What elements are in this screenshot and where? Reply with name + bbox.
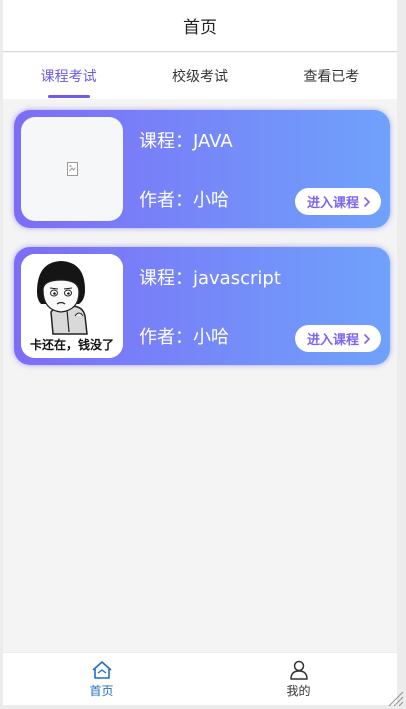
tab-label: 校级考试 xyxy=(171,69,228,85)
course-author: 作者：小哈 xyxy=(139,327,229,348)
course-title: 课程：javascript xyxy=(139,268,281,289)
resize-grip-icon[interactable] xyxy=(386,689,404,707)
tabbar-label: 我的 xyxy=(286,683,311,698)
chevron-right-icon xyxy=(363,196,371,207)
course-title: 课程：JAVA xyxy=(139,131,233,152)
enter-course-label: 进入课程 xyxy=(306,196,359,211)
active-tab-indicator xyxy=(47,95,90,98)
page-title: 首页 xyxy=(183,18,217,38)
enter-course-label: 进入课程 xyxy=(306,333,359,348)
enter-course-button[interactable]: 进入课程 xyxy=(294,188,381,215)
exam-tabs: 课程考试 校级考试 查看已考 xyxy=(3,53,397,99)
home-icon xyxy=(91,660,112,679)
tab-label: 课程考试 xyxy=(40,69,97,85)
course-author: 作者：小哈 xyxy=(139,190,229,211)
meme-image: 卡还在，钱没了 xyxy=(21,254,123,358)
meme-caption: 卡还在，钱没了 xyxy=(30,337,114,352)
tabbar-item-mine[interactable]: 我的 xyxy=(200,653,397,705)
chevron-right-icon xyxy=(363,333,371,344)
course-thumbnail: 卡还在，钱没了 xyxy=(21,254,123,358)
enter-course-button[interactable]: 进入课程 xyxy=(294,325,381,352)
tab-label: 查看已考 xyxy=(303,69,360,85)
user-icon xyxy=(289,660,308,680)
tabbar-label: 首页 xyxy=(89,683,114,698)
tab-course-exam[interactable]: 课程考试 xyxy=(3,53,134,99)
bottom-tabbar: 首页 我的 xyxy=(3,652,397,705)
course-card[interactable]: 卡还在，钱没了 课程：javascript 作者：小哈 进入课程 xyxy=(14,247,390,365)
broken-image-icon xyxy=(66,162,78,176)
course-thumbnail xyxy=(21,117,123,221)
navbar: 首页 xyxy=(3,0,397,52)
course-card[interactable]: 课程：JAVA 作者：小哈 进入课程 xyxy=(14,110,390,228)
tabbar-item-home[interactable]: 首页 xyxy=(3,653,200,705)
tab-school-exam[interactable]: 校级考试 xyxy=(134,53,265,99)
app-frame: 首页 课程考试 校级考试 查看已考 课程：JAVA 作者：小哈 进入课程 卡还在… xyxy=(0,0,406,709)
tab-taken-exams[interactable]: 查看已考 xyxy=(266,53,397,99)
